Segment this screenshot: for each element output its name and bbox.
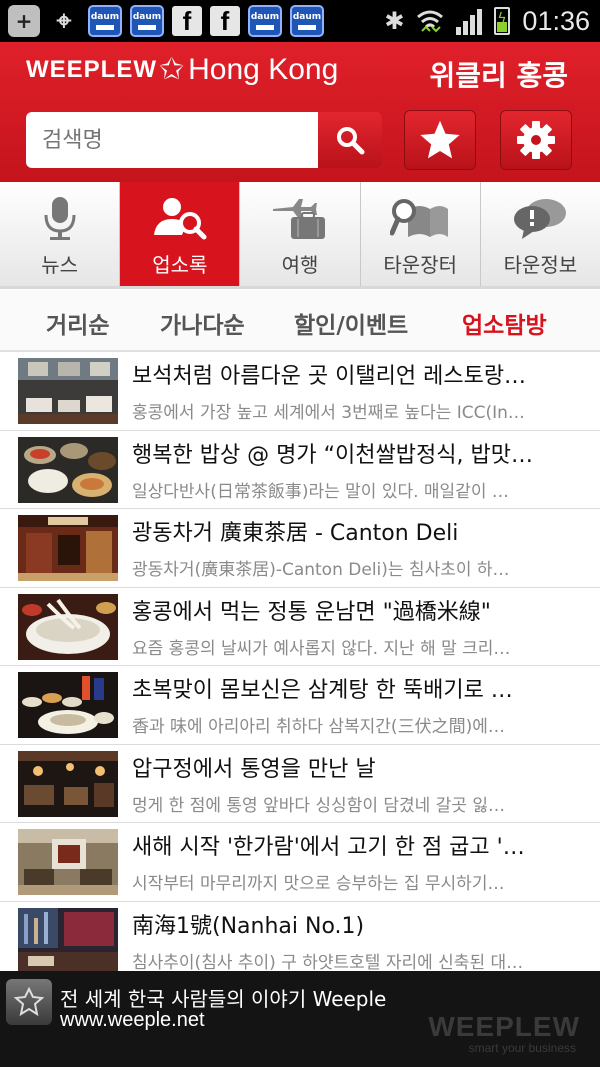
- list-item-title: 보석처럼 아름다운 곳 이탤리언 레스토랑…: [132, 364, 527, 389]
- brand[interactable]: WEEPLEW ✩ Hong Kong: [26, 52, 338, 87]
- list-item[interactable]: 행복한 밥상 @ 명가 “이천쌀밥정식, 밥맛… 일상다반사(日常茶飯事)라는 …: [0, 431, 600, 509]
- list-item-subtitle: 광동차거(廣東茶居)-Canton Deli)는 침사초이 하…: [132, 560, 510, 580]
- list-item-subtitle: 홍콩에서 가장 높고 세계에서 3번째로 높다는 ICC(In…: [132, 403, 525, 423]
- weeple-app-icon: [6, 979, 52, 1025]
- list-item-subtitle: 멍게 한 점에 통영 앞바다 싱싱함이 담겼네 갈곳 잃…: [132, 795, 506, 816]
- list-item[interactable]: 南海1號(Nanhai No.1) 침사추이(침사 추이) 구 하얏트호텔 자리…: [0, 902, 600, 980]
- gps-icon: ⌖: [56, 5, 72, 36]
- tab-label: 타운장터: [383, 253, 458, 277]
- tab-town-market[interactable]: 타운장터: [360, 182, 481, 286]
- weeple-logo: WEEPLEW: [26, 55, 157, 83]
- tab-town-info[interactable]: 타운정보: [480, 182, 600, 286]
- thumbnail-image: [18, 829, 118, 895]
- add-notification-icon: +: [8, 5, 40, 37]
- list-item-title: 새해 시작 '한가람'에서 고기 한 점 굽고 '…: [132, 835, 525, 860]
- list-item[interactable]: 광동차거 廣東茶居 - Canton Deli 광동차거(廣東茶居)-Canto…: [0, 509, 600, 588]
- footer-headline: 전 세계 한국 사람들의 이야기 Weeple: [60, 987, 387, 1011]
- sort-bar: 거리순 가나다순 할인/이벤트 업소탐방: [0, 290, 600, 352]
- system-icons: ✱ ϟ 01:36: [384, 0, 590, 42]
- daum-label-4: daum: [292, 12, 322, 22]
- list-item-title: 광동차거 廣東茶居 - Canton Deli: [132, 521, 459, 546]
- wifi-icon: [417, 10, 444, 33]
- facebook-label: f: [182, 5, 192, 36]
- daum-label-2: daum: [132, 12, 162, 22]
- list-item-title: 南海1號(Nanhai No.1): [132, 913, 365, 939]
- list-item-subtitle: 香과 味에 아리아리 취하다 삼복지간(三伏之間)에…: [132, 717, 505, 737]
- favorites-button[interactable]: [404, 110, 476, 170]
- footer-watermark-tagline: smart your business: [468, 1041, 576, 1055]
- category-tabs: 뉴스 업소록 여행 타운장터 타운정보: [0, 182, 600, 289]
- tab-directory[interactable]: 업소록: [120, 182, 241, 286]
- weekly-title: 위클리 홍콩: [429, 59, 568, 92]
- list-item-subtitle: 요즘 홍콩의 날씨가 예사롭지 않다. 지난 해 말 크리…: [132, 638, 511, 659]
- search-button[interactable]: [318, 112, 382, 168]
- status-bar: + ⌖ daum daum f f daum daum ✱ ϟ 01:36: [0, 0, 600, 42]
- person-search-icon: [153, 198, 207, 240]
- app-header: WEEPLEW ✩ Hong Kong 위클리 홍콩: [0, 42, 600, 182]
- facebook-label-2: f: [220, 5, 230, 36]
- tab-label: 여행: [281, 253, 319, 277]
- thumbnail-image: [18, 358, 118, 424]
- list-item[interactable]: 압구정에서 통영을 만난 날 멍게 한 점에 통영 앞바다 싱싱함이 담겼네 갈…: [0, 745, 600, 823]
- chat-bubbles-icon: [514, 199, 567, 239]
- tab-label: 타운정보: [503, 253, 578, 277]
- notification-icons: + ⌖ daum daum f f daum daum: [0, 5, 324, 37]
- list-item[interactable]: 초복맞이 몸보신은 삼계탕 한 뚝배기로 … 香과 味에 아리아리 취하다 삼복…: [0, 666, 600, 745]
- book-search-icon: [390, 199, 449, 237]
- sort-by-alphabet[interactable]: 가나다순: [160, 306, 245, 340]
- signal-icon: [456, 7, 483, 35]
- footer-watermark-logo: WEEPLEW: [428, 1011, 580, 1042]
- article-list: 보석처럼 아름다운 곳 이탤리언 레스토랑… 홍콩에서 가장 높고 세계에서 3…: [0, 352, 600, 980]
- thumbnail-image: [18, 907, 118, 974]
- search-input[interactable]: [26, 112, 318, 168]
- thumbnail-image: [18, 672, 118, 738]
- list-item-title: 행복한 밥상 @ 명가 “이천쌀밥정식, 밥맛…: [132, 442, 533, 468]
- tab-label: 뉴스: [41, 253, 78, 277]
- list-item-subtitle: 침사추이(침사 추이) 구 하얏트호텔 자리에 신축된 대…: [132, 952, 524, 973]
- star-logo-icon: ✩: [159, 52, 185, 87]
- brand-city: Hong Kong: [188, 52, 339, 86]
- list-item-title: 홍콩에서 먹는 정통 운남면 "過橋米線": [132, 599, 491, 625]
- list-item[interactable]: 보석처럼 아름다운 곳 이탤리언 레스토랑… 홍콩에서 가장 높고 세계에서 3…: [0, 352, 600, 431]
- thumbnail-image: [18, 436, 118, 503]
- sort-by-distance[interactable]: 거리순: [46, 306, 109, 340]
- footer-url[interactable]: www.weeple.net: [60, 1009, 205, 1032]
- list-item[interactable]: 새해 시작 '한가람'에서 고기 한 점 굽고 '… 시작부터 마무리까지 맛으…: [0, 823, 600, 902]
- facebook-notification-icon: f: [172, 6, 202, 36]
- list-item[interactable]: 홍콩에서 먹는 정통 운남면 "過橋米線" 요즘 홍콩의 날씨가 예사롭지 않다…: [0, 588, 600, 666]
- settings-button[interactable]: [500, 110, 572, 170]
- daum-notification-icon-2: daum: [130, 5, 164, 37]
- tab-travel[interactable]: 여행: [240, 182, 361, 286]
- plane-luggage-icon: [273, 199, 325, 239]
- daum-label: daum: [90, 12, 120, 22]
- battery-icon: ϟ: [494, 7, 511, 35]
- weeple-app-icon-glyph: [14, 987, 44, 1017]
- list-item-subtitle: 일상다반사(日常茶飯事)라는 말이 있다. 매일같이 …: [132, 481, 509, 502]
- star-icon: [420, 120, 460, 159]
- thumbnail-image: [18, 750, 118, 817]
- tab-label: 업소록: [152, 253, 208, 277]
- gear-icon: [517, 121, 555, 159]
- clock: 01:36: [522, 5, 590, 36]
- daum-notification-icon-4: daum: [290, 5, 324, 37]
- thumbnail-image: [18, 593, 118, 660]
- search-icon: [337, 127, 365, 155]
- thumbnail-image: [18, 515, 118, 581]
- daum-notification-icon-3: daum: [248, 5, 282, 37]
- list-item-title: 압구정에서 통영을 만난 날: [132, 756, 376, 782]
- tab-news[interactable]: 뉴스: [0, 182, 121, 286]
- footer-banner[interactable]: 전 세계 한국 사람들의 이야기 Weeple www.weeple.net W…: [0, 971, 600, 1067]
- sort-by-store-visit[interactable]: 업소탐방: [462, 306, 547, 340]
- list-item-subtitle: 시작부터 마무리까지 맛으로 승부하는 집 무시하기…: [132, 874, 505, 894]
- sort-by-discount-event[interactable]: 할인/이벤트: [294, 306, 408, 340]
- microphone-icon: [44, 197, 76, 240]
- facebook-notification-icon-2: f: [210, 6, 240, 36]
- bluetooth-icon: ✱: [384, 7, 405, 35]
- daum-label-3: daum: [250, 12, 280, 22]
- list-item-title: 초복맞이 몸보신은 삼계탕 한 뚝배기로 …: [132, 678, 513, 703]
- daum-notification-icon: daum: [88, 5, 122, 37]
